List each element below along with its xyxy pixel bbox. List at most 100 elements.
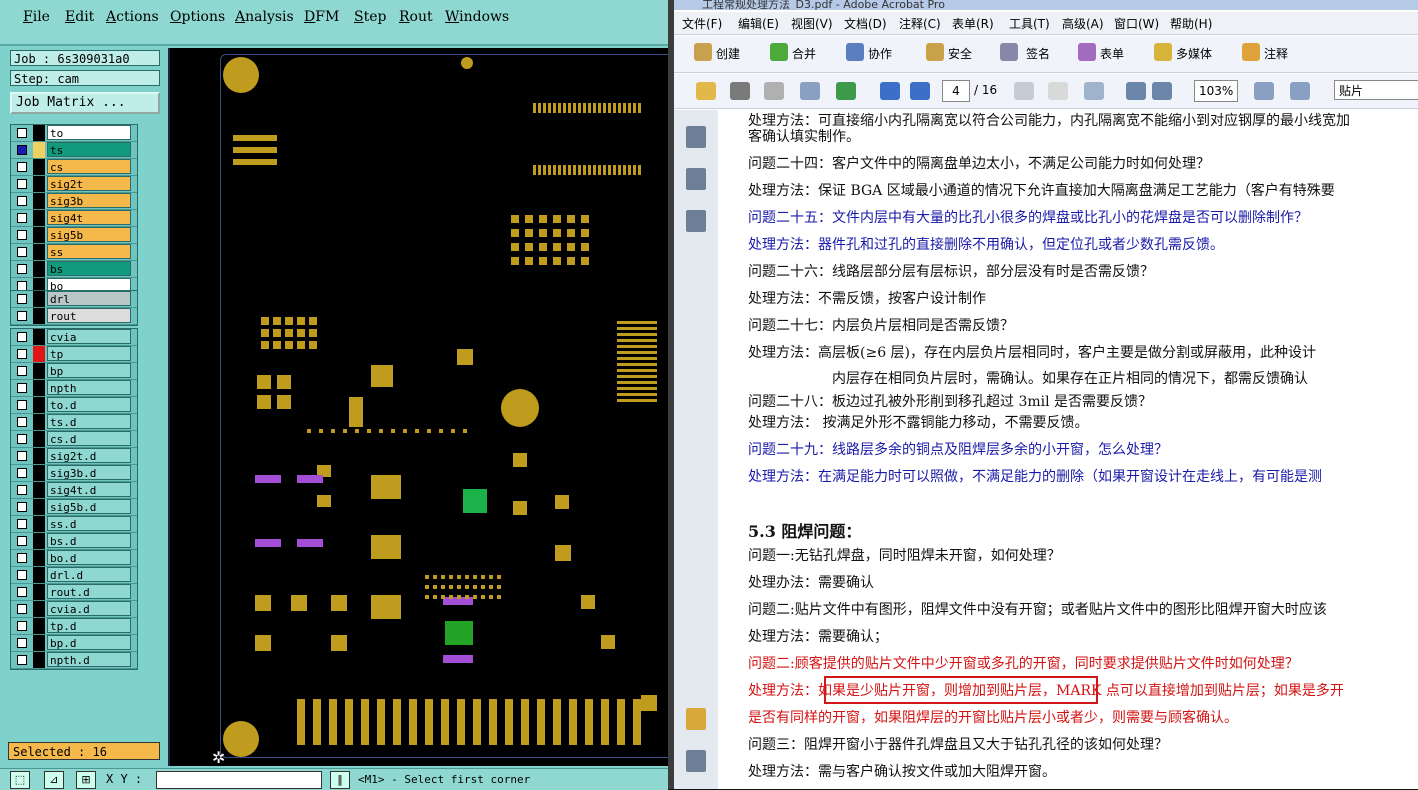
layer-name[interactable]: cs — [47, 159, 131, 174]
layer-name[interactable]: to.d — [47, 397, 131, 412]
layer-name[interactable]: drl — [47, 291, 131, 306]
layer-row[interactable]: ss — [11, 244, 137, 261]
layer-checkbox[interactable] — [17, 536, 27, 546]
layer-name[interactable]: cs.d — [47, 431, 131, 446]
select-tool-icon[interactable] — [1014, 82, 1034, 100]
layer-row[interactable]: npth — [11, 380, 137, 397]
layer-color-swatch[interactable] — [33, 291, 45, 307]
sign-button[interactable]: 签名 — [1026, 45, 1050, 62]
layer-row[interactable]: drl — [11, 291, 137, 308]
layer-color-swatch[interactable] — [33, 193, 45, 209]
zoom-level-field[interactable]: 103% — [1194, 80, 1238, 102]
layer-name[interactable]: cvia — [47, 329, 131, 344]
layer-color-swatch[interactable] — [33, 465, 45, 481]
layer-name[interactable]: sig3b.d — [47, 465, 131, 480]
layer-name[interactable]: ts — [47, 142, 131, 157]
layer-row[interactable]: sig3b — [11, 193, 137, 210]
layer-row[interactable]: sig2t — [11, 176, 137, 193]
hand-tool-icon[interactable] — [1048, 82, 1068, 100]
layer-row[interactable]: sig3b.d — [11, 465, 137, 482]
layer-name[interactable]: bp.d — [47, 635, 131, 650]
layer-color-swatch[interactable] — [33, 176, 45, 192]
layer-color-swatch[interactable] — [33, 329, 45, 345]
collaborate-button[interactable]: 协作 — [868, 45, 892, 62]
web-icon[interactable] — [836, 82, 856, 100]
layer-color-swatch[interactable] — [33, 125, 45, 141]
layer-color-swatch[interactable] — [33, 414, 45, 430]
measure-icon[interactable]: ⊿ — [44, 771, 64, 789]
acro-menu-comments[interactable]: 注释(C) — [899, 15, 941, 32]
layer-row[interactable]: sig5b.d — [11, 499, 137, 516]
zoom-out-icon[interactable] — [1126, 82, 1146, 100]
zoom-area-icon[interactable]: ⬚ — [10, 771, 30, 789]
layer-color-swatch[interactable] — [33, 227, 45, 243]
layer-checkbox[interactable] — [17, 570, 27, 580]
pages-icon[interactable] — [686, 126, 706, 148]
layer-row[interactable]: sig2t.d — [11, 448, 137, 465]
layer-color-swatch[interactable] — [33, 448, 45, 464]
page-down-icon[interactable] — [910, 82, 930, 100]
layer-checkbox[interactable] — [17, 553, 27, 563]
pause-icon[interactable]: ‖ — [330, 771, 350, 789]
attachments-icon[interactable] — [686, 750, 706, 772]
layer-checkbox[interactable] — [17, 162, 27, 172]
layer-row[interactable]: to — [11, 125, 137, 142]
layer-color-swatch[interactable] — [33, 142, 45, 158]
layer-name[interactable]: npth — [47, 380, 131, 395]
layer-row[interactable]: cvia — [11, 329, 137, 346]
layer-color-swatch[interactable] — [33, 533, 45, 549]
full-screen-icon[interactable] — [1290, 82, 1310, 100]
layer-row[interactable]: drl.d — [11, 567, 137, 584]
layer-row[interactable]: bp — [11, 363, 137, 380]
layer-checkbox[interactable] — [17, 383, 27, 393]
layer-checkbox[interactable] — [17, 247, 27, 257]
layer-row[interactable]: sig4t — [11, 210, 137, 227]
layer-row[interactable]: bo.d — [11, 550, 137, 567]
menu-dfm[interactable]: DFM — [304, 9, 339, 25]
acro-menu-file[interactable]: 文件(F) — [682, 15, 722, 32]
layer-color-swatch[interactable] — [33, 159, 45, 175]
acro-menu-advanced[interactable]: 高级(A) — [1062, 15, 1104, 32]
layer-name[interactable]: rout.d — [47, 584, 131, 599]
layer-checkbox[interactable] — [17, 366, 27, 376]
layer-name[interactable]: to — [47, 125, 131, 140]
layer-name[interactable]: tp.d — [47, 618, 131, 633]
layer-color-swatch[interactable] — [33, 652, 45, 668]
layer-name[interactable]: sig3b — [47, 193, 131, 208]
comments-icon[interactable] — [686, 708, 706, 730]
layer-name[interactable]: ss — [47, 244, 131, 259]
layer-checkbox[interactable] — [17, 400, 27, 410]
layer-row[interactable]: cs — [11, 159, 137, 176]
layer-color-swatch[interactable] — [33, 482, 45, 498]
layer-checkbox[interactable] — [17, 213, 27, 223]
layer-name[interactable]: npth.d — [47, 652, 131, 667]
layer-row[interactable]: cs.d — [11, 431, 137, 448]
acro-menu-view[interactable]: 视图(V) — [791, 15, 833, 32]
layer-checkbox[interactable] — [17, 587, 27, 597]
open-folder-icon[interactable] — [696, 82, 716, 100]
xy-input[interactable] — [156, 771, 322, 789]
layer-color-swatch[interactable] — [33, 244, 45, 260]
layer-color-swatch[interactable] — [33, 346, 45, 362]
layer-name[interactable]: sig4t.d — [47, 482, 131, 497]
layer-row[interactable]: ss.d — [11, 516, 137, 533]
layer-color-swatch[interactable] — [33, 499, 45, 515]
email-icon[interactable] — [800, 82, 820, 100]
layer-row[interactable]: ts.d — [11, 414, 137, 431]
layer-color-swatch[interactable] — [33, 567, 45, 583]
layer-color-swatch[interactable] — [33, 618, 45, 634]
layer-row[interactable]: bp.d — [11, 635, 137, 652]
fit-page-icon[interactable] — [1254, 82, 1274, 100]
layer-row[interactable]: tp — [11, 346, 137, 363]
layer-checkbox[interactable] — [17, 655, 27, 665]
comment-button[interactable]: 注释 — [1264, 45, 1288, 62]
security-button[interactable]: 安全 — [948, 45, 972, 62]
menu-step[interactable]: Step — [354, 9, 386, 25]
job-matrix-button[interactable]: Job Matrix ... — [10, 92, 160, 114]
zoom-in-icon[interactable] — [1152, 82, 1172, 100]
menu-edit[interactable]: Edit — [65, 9, 94, 25]
layer-color-swatch[interactable] — [33, 635, 45, 651]
zoom-tool-icon[interactable] — [1084, 82, 1104, 100]
layer-name[interactable]: cvia.d — [47, 601, 131, 616]
layer-name[interactable]: sig5b.d — [47, 499, 131, 514]
